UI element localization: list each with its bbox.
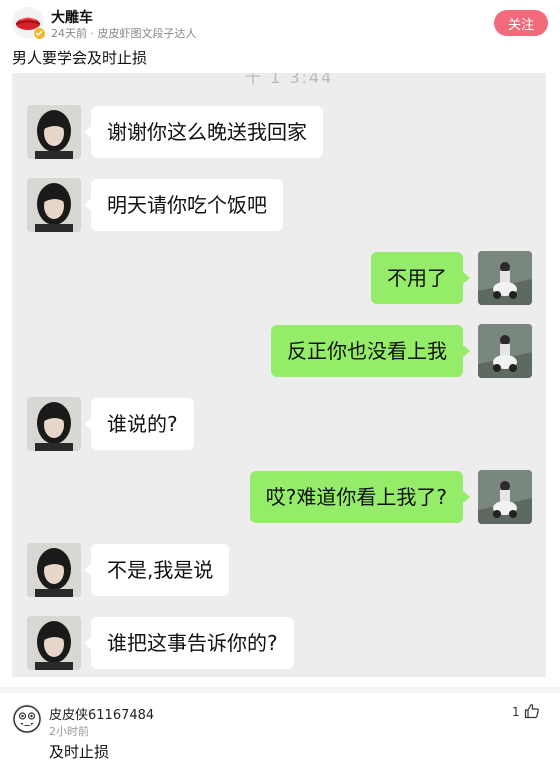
chat-message: 哎?难道你看上我了? [249,471,471,523]
scooter-rider-icon [478,470,532,524]
girl-avatar [27,543,81,597]
commenter-name[interactable]: 皮皮侠61167484 [49,704,154,723]
girl-avatar [27,397,81,451]
girl-avatar [27,105,81,159]
chat-time-fragment: 十 1 3:44 [245,73,334,87]
section-divider [0,687,560,693]
author-name[interactable]: 大雕车 [51,7,93,27]
girl-portrait-icon [27,178,81,232]
thumbs-up-icon[interactable] [524,703,540,719]
commenter-avatar[interactable] [12,704,42,734]
comment-text: 及时止损 [49,743,110,761]
chat-message: 谁说的? [84,398,194,450]
post-text: 男人要学会及时止损 [12,49,148,67]
verified-badge-icon [33,27,46,40]
scooter-avatar [478,470,532,524]
chat-message: 谁把这事告诉你的? [84,617,294,669]
like-count: 1 [512,705,520,719]
post-header: 大雕车 24天前 · 皮皮虾图文段子达人 关注 [0,0,560,44]
girl-portrait-icon [27,397,81,451]
cartoon-face-icon [13,705,41,733]
girl-portrait-icon [27,105,81,159]
chat-message: 谢谢你这么晚送我回家 [84,106,323,158]
girl-avatar [27,178,81,232]
chat-message: 明天请你吃个饭吧 [84,179,283,231]
scooter-avatar [478,251,532,305]
chat-screenshot[interactable]: 十 1 3:44 谢谢你这么晚送我回家 明天请你吃个饭吧 不用了 反正你也没看上… [12,73,546,677]
girl-avatar [27,616,81,670]
chat-message: 反正你也没看上我 [271,325,470,377]
scooter-avatar [478,324,532,378]
follow-button[interactable]: 关注 [494,10,548,36]
chat-message: 不是,我是说 [83,544,230,596]
scooter-rider-icon [478,251,532,305]
post-meta: 24天前 · 皮皮虾图文段子达人 [51,27,197,40]
scooter-rider-icon [478,324,532,378]
girl-portrait-icon [27,616,81,670]
comment-time: 2小时前 [49,725,89,738]
chat-message: 不用了 [371,252,470,304]
girl-portrait-icon [27,543,81,597]
